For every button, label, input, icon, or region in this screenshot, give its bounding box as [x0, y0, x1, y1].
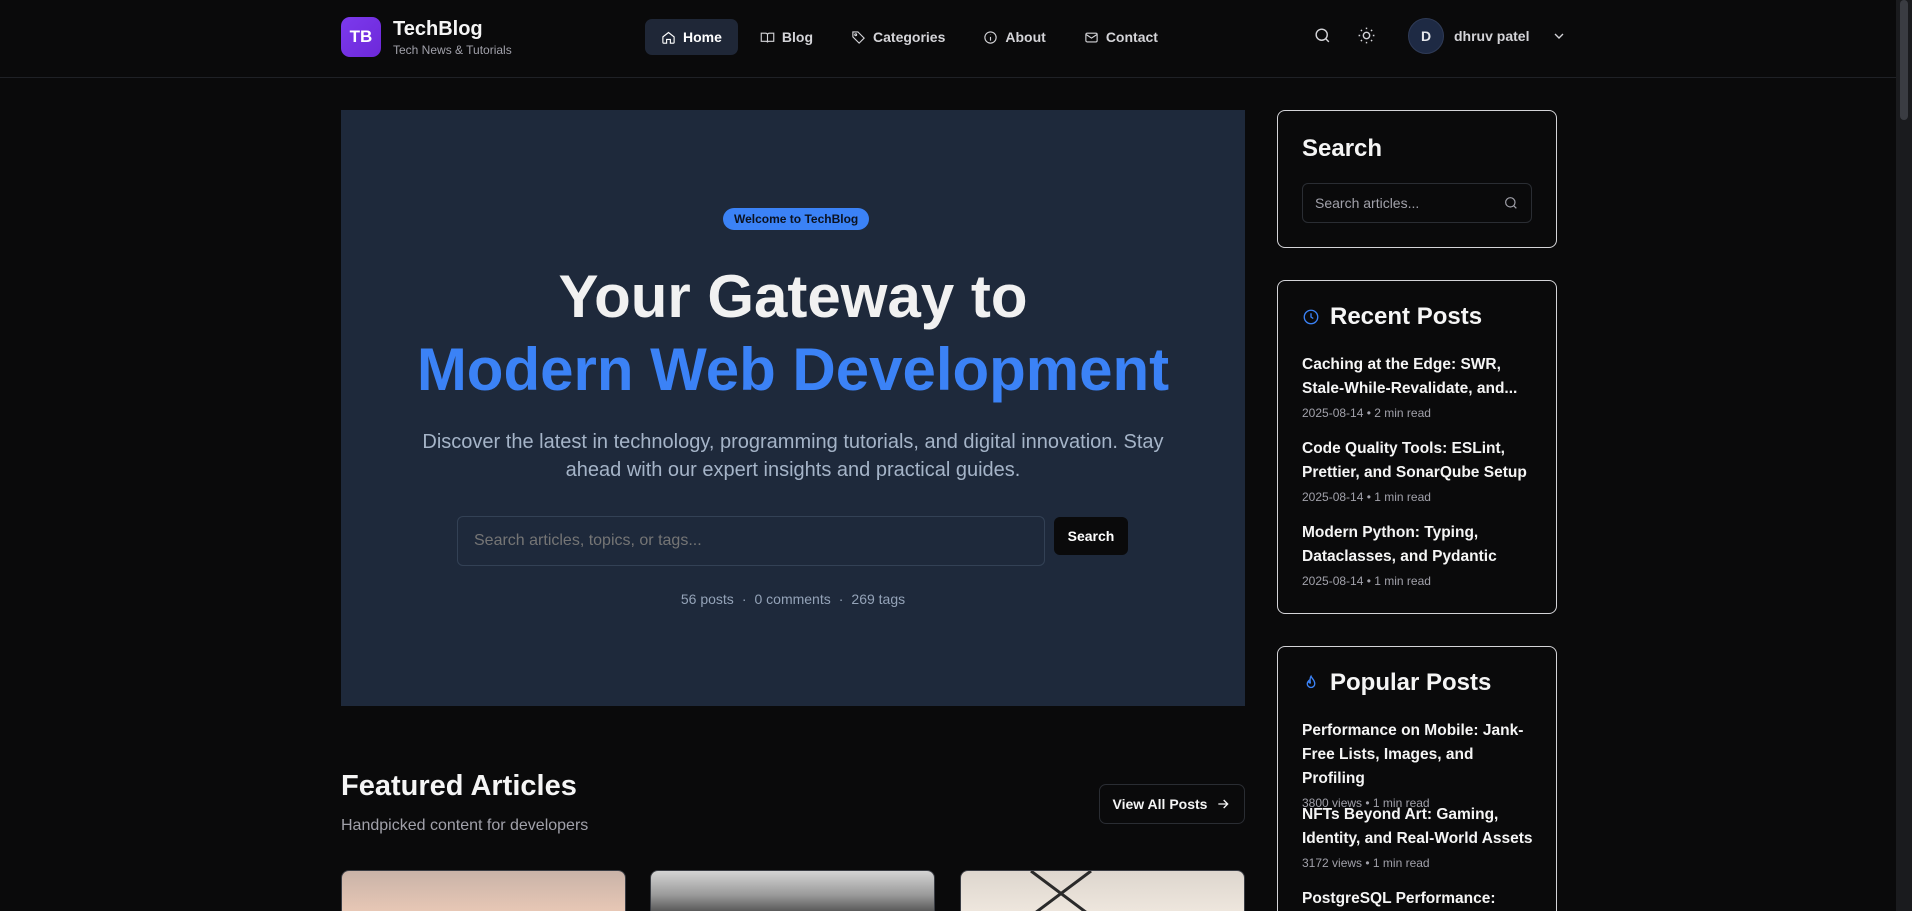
post-meta: 2025-08-14 • 2 min read	[1302, 406, 1431, 420]
post-title[interactable]: Performance on Mobile: Jank-Free Lists, …	[1302, 719, 1538, 791]
posts-count: 56 posts	[680, 591, 734, 607]
welcome-badge: Welcome to TechBlog	[723, 208, 870, 230]
featured-card-image[interactable]	[960, 870, 1245, 911]
nav-home-label: Home	[683, 29, 722, 45]
sidebar-search-placeholder: Search articles...	[1315, 195, 1420, 211]
book-icon	[760, 32, 775, 43]
home-icon	[662, 31, 675, 44]
featured-subtitle: Handpicked content for developers	[341, 817, 589, 834]
popular-posts-panel: Popular Posts Performance on Mobile: Jan…	[1277, 646, 1557, 911]
site-stats: 56 posts · 0 comments · 269 tags	[341, 591, 1245, 607]
post-title[interactable]: PostgreSQL Performance:	[1302, 887, 1538, 911]
post-meta: 2025-08-14 • 1 min read	[1302, 490, 1431, 504]
recent-posts-panel: Recent Posts Caching at the Edge: SWR, S…	[1277, 280, 1557, 614]
sidebar-search-input[interactable]: Search articles...	[1302, 183, 1532, 223]
search-icon	[1314, 27, 1329, 42]
flame-icon	[1306, 674, 1316, 689]
post-title[interactable]: Modern Python: Typing, Dataclasses, and …	[1302, 521, 1538, 569]
post-title[interactable]: Caching at the Edge: SWR, Stale-While-Re…	[1302, 353, 1538, 401]
nav-contact-label: Contact	[1105, 29, 1158, 45]
view-all-posts-button[interactable]: View All Posts	[1099, 784, 1245, 824]
hero-title-line2: Modern Web Development	[416, 336, 1170, 403]
brand-logo[interactable]: TB	[341, 17, 381, 57]
post-meta: 2025-08-14 • 1 min read	[1302, 574, 1431, 588]
user-menu[interactable]: D dhruv patel	[1408, 18, 1567, 54]
stats-separator: ·	[838, 591, 844, 607]
post-title[interactable]: NFTs Beyond Art: Gaming, Identity, and R…	[1302, 803, 1538, 851]
popular-post-item[interactable]: PostgreSQL Performance:	[1302, 887, 1538, 911]
popular-posts-heading: Popular Posts	[1302, 669, 1491, 697]
stats-separator: ·	[741, 591, 747, 607]
featured-card-image[interactable]	[650, 870, 935, 911]
recent-posts-heading: Recent Posts	[1302, 303, 1482, 331]
nav-blog-label: Blog	[781, 29, 814, 45]
page-scrollbar[interactable]	[1896, 0, 1912, 911]
popular-posts-title: Popular Posts	[1330, 669, 1492, 696]
info-icon	[984, 30, 998, 44]
sidebar-search-title: Search	[1302, 135, 1383, 162]
post-title[interactable]: Code Quality Tools: ESLint, Prettier, an…	[1302, 437, 1538, 485]
tags-count: 269 tags	[851, 591, 906, 607]
sun-icon	[1358, 27, 1374, 43]
recent-post-item[interactable]: Code Quality Tools: ESLint, Prettier, an…	[1302, 437, 1538, 504]
brand[interactable]: TB TechBlog Tech News & Tutorials	[341, 17, 512, 57]
nav-home[interactable]: Home	[645, 19, 738, 55]
site-header: TB TechBlog Tech News & Tutorials Home B…	[0, 0, 1896, 78]
card-image-graphic	[1030, 871, 1092, 911]
hero-search-button[interactable]: Search	[1054, 517, 1128, 555]
popular-post-item[interactable]: NFTs Beyond Art: Gaming, Identity, and R…	[1302, 803, 1538, 870]
brand-name[interactable]: TechBlog	[393, 18, 512, 40]
recent-post-item[interactable]: Modern Python: Typing, Dataclasses, and …	[1302, 521, 1538, 588]
brand-tagline: Tech News & Tutorials	[393, 42, 512, 57]
featured-title: Featured Articles	[341, 770, 577, 802]
nav-blog[interactable]: Blog	[744, 19, 829, 55]
search-icon[interactable]	[1503, 195, 1519, 211]
view-all-label: View All Posts	[1112, 796, 1208, 812]
user-name[interactable]: dhruv patel	[1454, 28, 1529, 44]
clock-icon	[1303, 309, 1319, 325]
mail-icon	[1085, 32, 1098, 42]
recent-post-item[interactable]: Caching at the Edge: SWR, Stale-While-Re…	[1302, 353, 1538, 420]
theme-toggle-button[interactable]	[1355, 24, 1377, 46]
post-meta: 3172 views • 1 min read	[1302, 856, 1430, 870]
hero-subtitle: Discover the latest in technology, progr…	[422, 431, 1164, 481]
chevron-down-icon[interactable]	[1551, 28, 1567, 44]
arrow-right-icon	[1218, 799, 1230, 809]
nav-categories[interactable]: Categories	[835, 19, 961, 55]
popular-post-item[interactable]: Performance on Mobile: Jank-Free Lists, …	[1302, 719, 1538, 810]
tag-icon	[852, 30, 865, 44]
header-search-button[interactable]	[1311, 24, 1333, 46]
sidebar-search-panel: Search Search articles...	[1277, 110, 1557, 248]
hero-title-line1: Your Gateway to	[558, 263, 1028, 330]
recent-posts-title: Recent Posts	[1330, 303, 1483, 330]
nav-contact[interactable]: Contact	[1068, 19, 1174, 55]
scrollbar-thumb[interactable]	[1900, 0, 1908, 120]
comments-count: 0 comments	[754, 591, 831, 607]
nav-about[interactable]: About	[967, 19, 1061, 55]
hero-search-input[interactable]	[457, 516, 1045, 566]
nav-categories-label: Categories	[873, 29, 946, 45]
main-nav: Home Blog Categories About Contact	[645, 19, 1174, 55]
avatar[interactable]: D	[1408, 18, 1444, 54]
nav-about-label: About	[1005, 29, 1046, 45]
featured-card-image[interactable]	[341, 870, 626, 911]
hero-section: Welcome to TechBlog Your Gateway to Mode…	[341, 110, 1245, 706]
